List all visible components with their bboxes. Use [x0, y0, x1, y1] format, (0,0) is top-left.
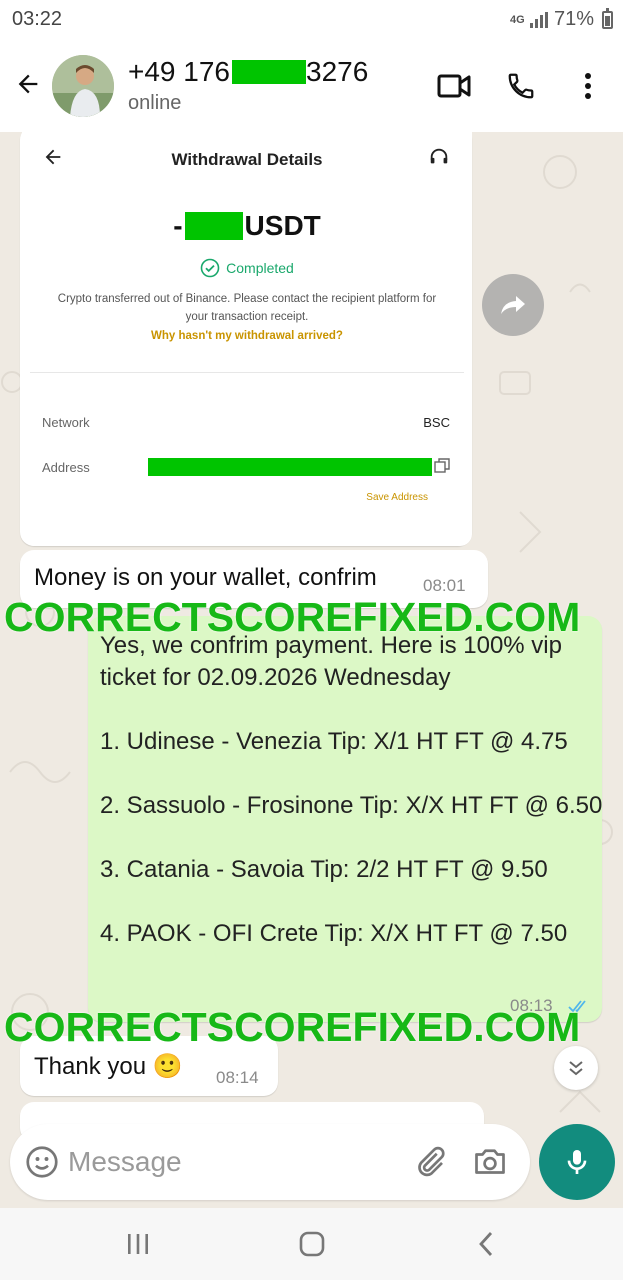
mic-icon: [567, 1150, 587, 1174]
system-back-button[interactable]: [464, 1224, 508, 1264]
network-type: 4G: [509, 13, 525, 26]
status-label: Completed: [226, 260, 294, 276]
back-arrow-icon: [18, 74, 38, 94]
redaction-box: [232, 60, 306, 84]
more-vert-icon: [585, 73, 591, 99]
scroll-to-bottom-button[interactable]: [554, 1046, 598, 1090]
message-text: Yes, we confrim payment. Here is 100% vi…: [100, 632, 603, 947]
home-icon: [299, 1231, 325, 1257]
message-composer[interactable]: Message: [10, 1124, 530, 1200]
screenshot-title: Withdrawal Details: [171, 150, 323, 169]
message-text: Thank you 🙂: [34, 1053, 183, 1080]
redaction-box: [148, 458, 432, 476]
battery-percent: 71%: [553, 8, 594, 30]
more-options-button[interactable]: [566, 64, 610, 108]
recent-apps-button[interactable]: [116, 1224, 160, 1264]
watermark: CORRECTSCOREFIXED.COM: [4, 594, 581, 640]
system-back-icon: [479, 1232, 493, 1256]
save-address-link: Save Address: [366, 492, 428, 503]
phone-icon: [508, 73, 534, 99]
address-label: Address: [42, 460, 90, 475]
withdrawal-screenshot[interactable]: Withdrawal Details - USDT Completed Cryp…: [22, 132, 472, 546]
contact-number-prefix: +49 176: [128, 56, 230, 87]
recent-apps-icon: [128, 1234, 148, 1254]
message-time: 08:14: [216, 1068, 259, 1087]
voice-message-button[interactable]: [539, 1124, 615, 1200]
avatar[interactable]: [52, 55, 114, 117]
chat-header: +49 176 3276 online: [0, 40, 623, 132]
battery-icon: [602, 7, 613, 29]
status-time: 03:22: [12, 8, 63, 30]
video-call-button[interactable]: [432, 64, 476, 108]
withdrawal-help-link: Why hasn't my withdrawal arrived?: [151, 330, 343, 342]
message-text: Money is on your wallet, confrim: [34, 564, 377, 591]
network-label: Network: [42, 415, 90, 430]
headset-icon: [430, 148, 448, 164]
chevron-double-down-icon: [569, 1061, 583, 1076]
video-call-icon: [437, 74, 471, 98]
redaction-box: [184, 212, 243, 240]
amount-sign: -: [173, 210, 183, 241]
copy-icon: [434, 458, 450, 473]
forward-icon: [501, 296, 525, 314]
amount-currency: USDT: [244, 210, 321, 241]
withdrawal-amount: - USDT: [22, 210, 472, 242]
network-value: BSC: [423, 415, 450, 430]
voice-call-button[interactable]: [499, 64, 543, 108]
camera-icon[interactable]: [472, 1144, 508, 1180]
home-button[interactable]: [290, 1224, 334, 1264]
message-time: 08:01: [423, 576, 466, 595]
signal-icon: [529, 11, 548, 28]
chat-area[interactable]: Withdrawal Details - USDT Completed Cryp…: [0, 132, 623, 1208]
system-navigation-bar: [0, 1208, 623, 1280]
outgoing-message[interactable]: Yes, we confrim payment. Here is 100% vi…: [88, 616, 602, 1022]
status-bar: 03:22 4G 71%: [0, 0, 623, 40]
check-circle-icon: [200, 258, 220, 278]
message-input[interactable]: Message: [68, 1146, 182, 1178]
contact-number-suffix: 3276: [306, 56, 369, 87]
attach-icon[interactable]: [412, 1144, 448, 1180]
withdrawal-description: Crypto transferred out of Binance. Pleas…: [57, 293, 437, 323]
back-button[interactable]: [8, 62, 48, 106]
emoji-icon[interactable]: [24, 1144, 60, 1180]
watermark: CORRECTSCOREFIXED.COM: [4, 1004, 581, 1050]
status-indicators: 4G 71%: [509, 7, 613, 31]
contact-status: online: [128, 92, 182, 114]
forward-button[interactable]: [482, 274, 544, 336]
withdrawal-status: Completed: [22, 258, 472, 278]
contact-name[interactable]: +49 176 3276: [128, 56, 368, 88]
divider: [30, 372, 464, 373]
